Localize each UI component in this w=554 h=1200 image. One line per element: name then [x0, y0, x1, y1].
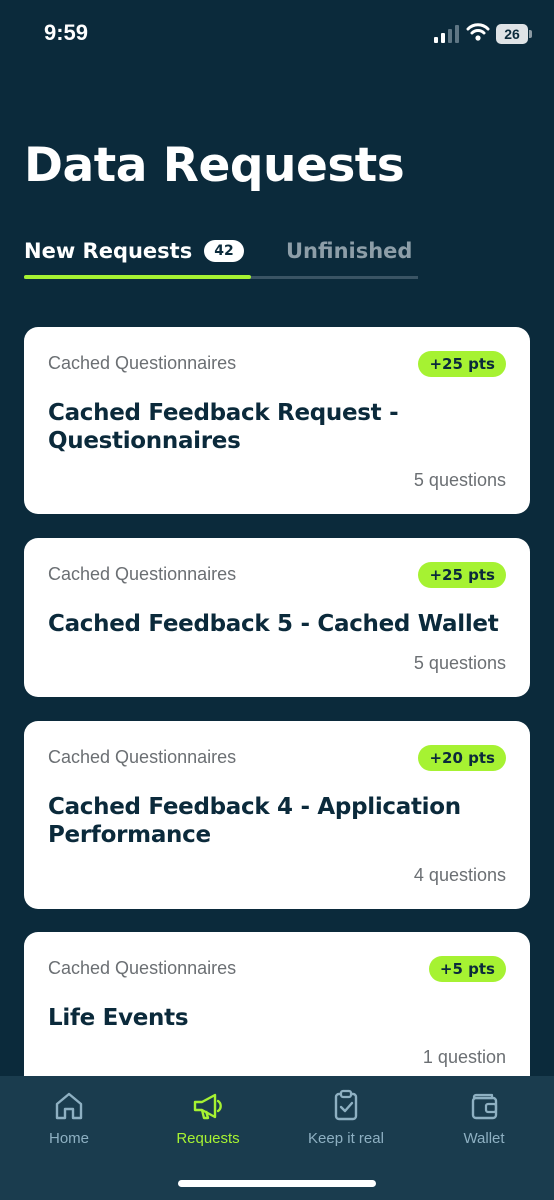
points-badge: +20 pts: [418, 745, 506, 771]
question-count: 5 questions: [413, 470, 506, 490]
card-title: Cached Feedback 4 - Application Performa…: [48, 794, 461, 848]
status-time: 9:59: [44, 20, 89, 45]
signal-icon: [434, 25, 459, 43]
question-count: 5 questions: [413, 653, 506, 673]
question-count: 1 question: [422, 1047, 506, 1067]
nav-label-requests: Requests: [176, 1130, 240, 1147]
clipboard-check-icon: [334, 1089, 358, 1121]
wifi-icon: [466, 23, 490, 41]
request-card[interactable]: Cached Questionnaires +20 pts Cached Fee…: [24, 721, 530, 909]
nav-item-home[interactable]: Home: [9, 1088, 129, 1154]
tab-new-requests[interactable]: New Requests 42: [24, 226, 251, 276]
request-card[interactable]: Cached Questionnaires +25 pts Cached Fee…: [24, 538, 530, 697]
active-tab-indicator: [24, 275, 251, 279]
home-indicator: [178, 1180, 376, 1187]
card-title: Life Events: [48, 1005, 189, 1031]
tab-new-requests-label: New Requests: [24, 239, 193, 263]
battery-level: 26: [496, 24, 528, 44]
nav-item-requests[interactable]: Requests: [148, 1088, 268, 1154]
nav-label-wallet: Wallet: [463, 1130, 505, 1147]
battery-indicator: 26: [496, 24, 532, 44]
page-title: Data Requests: [24, 138, 405, 193]
points-badge: +25 pts: [418, 351, 506, 377]
screen: 9:59 26 Data Requests New Requests 42 Un…: [0, 0, 554, 1200]
points-badge: +25 pts: [418, 562, 506, 588]
nav-label-keep-it-real: Keep it real: [308, 1130, 384, 1147]
request-tabs: New Requests 42 Unfinished: [24, 226, 418, 280]
request-card[interactable]: Cached Questionnaires +25 pts Cached Fee…: [24, 327, 530, 514]
card-category: Cached Questionnaires: [48, 958, 237, 978]
home-icon: [55, 1092, 83, 1120]
nav-item-wallet[interactable]: Wallet: [424, 1088, 544, 1154]
tab-unfinished[interactable]: Unfinished: [286, 226, 412, 276]
question-count: 4 questions: [413, 865, 506, 885]
card-title: Cached Feedback Request - Questionnaires: [48, 400, 399, 454]
megaphone-icon: [193, 1093, 222, 1120]
nav-item-keep-it-real[interactable]: Keep it real: [286, 1088, 406, 1154]
card-category: Cached Questionnaires: [48, 353, 237, 373]
tab-unfinished-label: Unfinished: [286, 239, 413, 263]
new-requests-count-badge: 42: [204, 240, 244, 262]
wallet-icon: [471, 1093, 498, 1120]
status-bar: 9:59 26: [0, 0, 554, 70]
card-title: Cached Feedback 5 - Cached Wallet: [48, 611, 499, 637]
card-category: Cached Questionnaires: [48, 747, 237, 767]
points-badge: +5 pts: [428, 956, 506, 982]
card-category: Cached Questionnaires: [48, 564, 237, 584]
battery-cap: [529, 30, 532, 38]
nav-label-home: Home: [48, 1130, 89, 1147]
